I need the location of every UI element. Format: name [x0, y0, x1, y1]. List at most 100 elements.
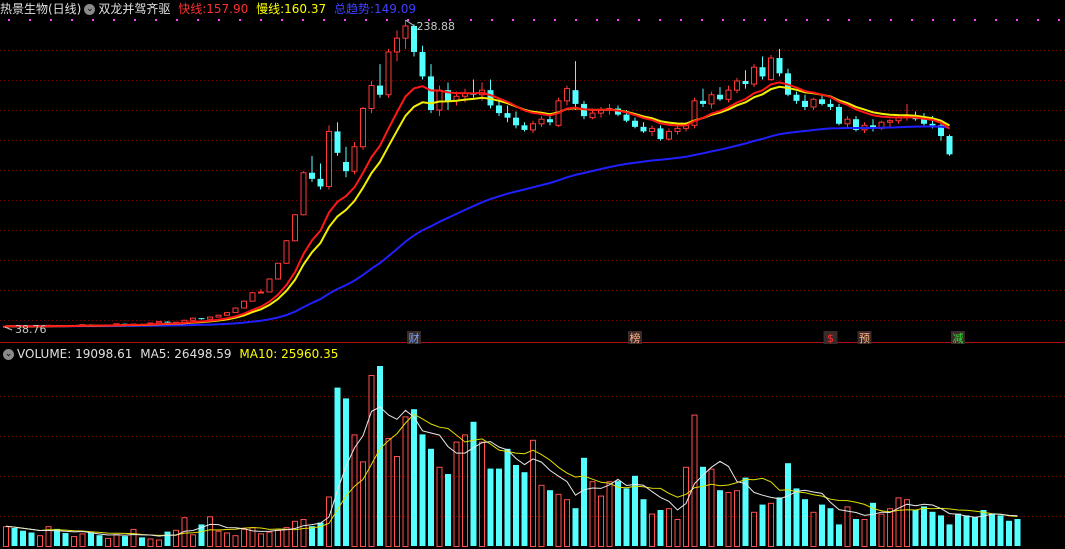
candlestick	[742, 70, 749, 89]
kline-chart[interactable]: 238.88 38.76 财 榜 $ 预 减	[0, 0, 1065, 549]
event-marker-label: 减	[953, 332, 964, 345]
candle-body	[734, 80, 740, 91]
volume-bar	[836, 524, 842, 546]
candle-body	[836, 106, 842, 124]
candlestick	[793, 91, 800, 104]
candle-body	[589, 112, 596, 119]
candle-body	[768, 57, 774, 80]
volume-bar	[445, 474, 451, 546]
candlestick	[394, 30, 400, 62]
event-marker: 减	[951, 331, 965, 345]
candle-body	[887, 120, 893, 123]
marker-dot	[575, 19, 577, 21]
candlestick	[224, 312, 230, 316]
volume-bar	[827, 508, 834, 546]
candlestick	[776, 48, 783, 77]
candlestick	[232, 307, 239, 314]
marker-dot	[29, 19, 31, 21]
candle-body	[793, 94, 800, 101]
candle-body	[717, 94, 723, 100]
candle-body	[521, 125, 528, 130]
candlestick	[810, 97, 817, 111]
volume-bar	[1006, 520, 1012, 546]
marker-dot	[995, 19, 997, 21]
candle-body	[708, 94, 715, 105]
candle-body	[164, 321, 171, 323]
candle-body	[513, 117, 519, 126]
marker-dot	[764, 19, 766, 21]
candle-body	[394, 37, 400, 53]
candle-body	[215, 314, 222, 318]
volume-bar	[768, 502, 774, 547]
volume-bar	[589, 481, 596, 548]
volume-bar	[530, 439, 536, 547]
volume-bar	[657, 510, 664, 546]
candle-body	[623, 114, 630, 121]
volume-bar	[598, 495, 604, 548]
volume-bar	[989, 513, 995, 546]
candle-body	[776, 58, 783, 74]
candle-body	[190, 317, 196, 321]
volume-bar	[105, 537, 111, 548]
volume-grid	[0, 396, 1065, 517]
volume-bar	[113, 534, 120, 547]
candle-body	[504, 113, 511, 118]
candlestick	[887, 119, 893, 127]
marker-dot	[491, 19, 493, 21]
marker-dot	[302, 19, 304, 21]
candlestick	[368, 80, 375, 114]
volume-bar	[513, 465, 519, 546]
volume-bar	[572, 508, 579, 546]
event-marker: $	[823, 331, 838, 345]
marker-dot	[8, 19, 10, 21]
marker-dot	[869, 19, 871, 21]
volume-bar	[504, 448, 511, 546]
volume-bar	[963, 515, 970, 546]
event-marker-label: 预	[859, 332, 870, 345]
marker-dot	[722, 19, 724, 21]
volume-bar	[751, 511, 757, 547]
candlestick	[275, 262, 281, 280]
volume-bar	[122, 536, 128, 546]
candle-body	[385, 51, 392, 96]
candle-body	[224, 312, 230, 316]
marker-dot	[50, 19, 52, 21]
volume-bar	[972, 517, 978, 546]
marker-dot	[638, 19, 640, 21]
candlestick	[802, 94, 808, 111]
candle-body	[802, 100, 808, 107]
candlestick	[734, 77, 740, 94]
candlestick	[836, 103, 842, 126]
event-marker-label: $	[827, 332, 834, 345]
volume-bar	[173, 529, 179, 547]
marker-dot	[680, 19, 682, 21]
volume-bar	[717, 490, 723, 546]
volume-bar	[156, 539, 162, 548]
volume-bar	[385, 438, 392, 547]
volume-bar	[861, 519, 868, 547]
volume-bar	[360, 461, 366, 547]
candlestick	[717, 87, 723, 101]
candlestick	[470, 79, 477, 98]
marker-dot	[1037, 19, 1039, 21]
candle-body	[198, 318, 205, 320]
candlestick	[198, 317, 205, 320]
volume-bar	[929, 511, 936, 546]
marker-dot	[113, 19, 115, 21]
marker-dot	[239, 19, 241, 21]
candle-body	[725, 89, 732, 100]
volume-bar	[785, 463, 791, 546]
candlestick	[351, 142, 358, 175]
marker-dot	[71, 19, 73, 21]
candle-body	[419, 51, 426, 77]
candlestick	[946, 134, 953, 156]
candle-body	[700, 100, 706, 104]
candle-body	[300, 172, 307, 216]
candle-body	[640, 126, 647, 132]
candle-body	[572, 90, 579, 104]
candlestick	[564, 85, 570, 106]
volume-bar	[275, 529, 281, 547]
volume-bar	[615, 481, 621, 546]
volume-bar	[190, 534, 196, 547]
volume-bar	[164, 531, 171, 546]
